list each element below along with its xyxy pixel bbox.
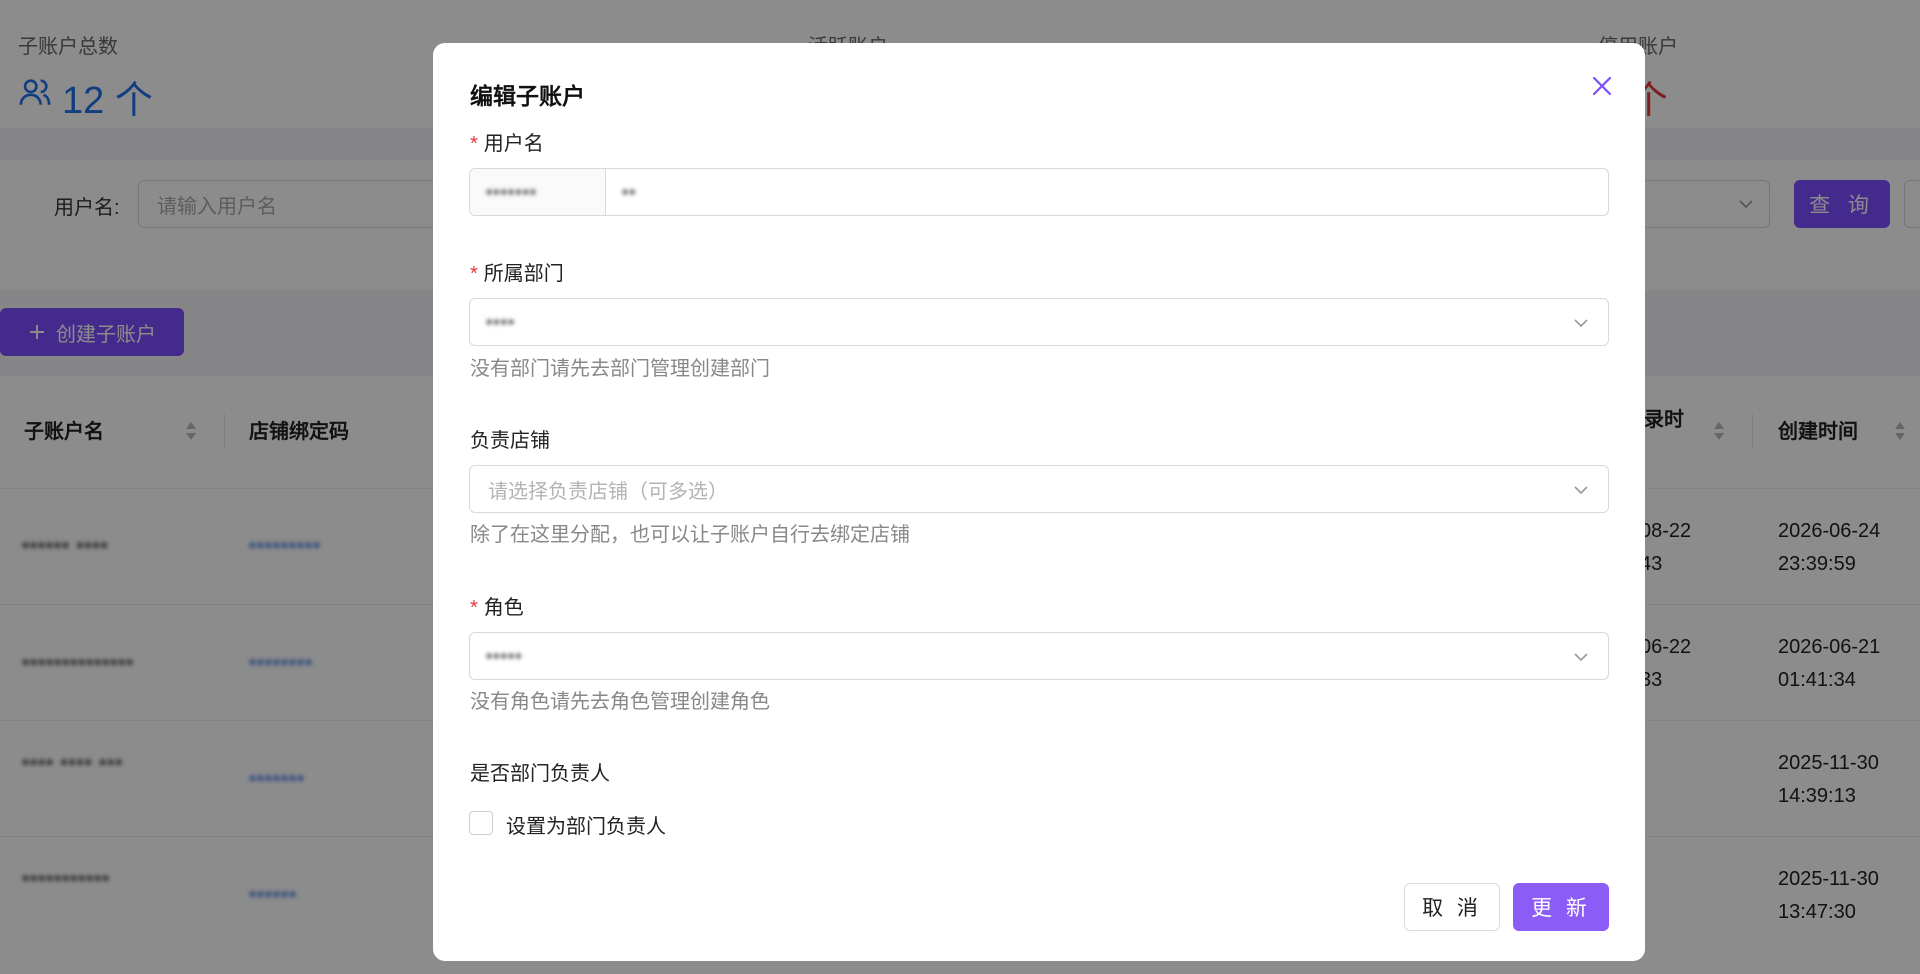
edit-subaccount-modal: 编辑子账户 * 用户名 ••••••• •• * 所属部门 •••• 没有部门请先去… xyxy=(433,43,1645,961)
department-help-text: 没有部门请先去部门管理创建部门 xyxy=(470,358,770,380)
shop-placeholder: 请选择负责店铺（可多选） xyxy=(488,480,728,503)
required-mark: * xyxy=(470,133,478,155)
role-label: * 角色 xyxy=(470,597,524,619)
role-value: ••••• xyxy=(486,645,523,666)
leader-checkbox[interactable] xyxy=(469,811,493,835)
department-select[interactable]: •••• xyxy=(469,298,1609,346)
shop-select[interactable]: 请选择负责店铺（可多选） xyxy=(469,465,1609,513)
chevron-down-icon xyxy=(1574,486,1588,495)
update-button[interactable]: 更 新 xyxy=(1513,883,1609,931)
department-label: * 所属部门 xyxy=(470,263,564,285)
leader-label: 是否部门负责人 xyxy=(470,763,610,785)
cancel-button[interactable]: 取 消 xyxy=(1404,883,1500,931)
required-mark: * xyxy=(470,597,478,619)
chevron-down-icon xyxy=(1574,319,1588,328)
required-mark: * xyxy=(470,263,478,285)
close-icon[interactable] xyxy=(1587,71,1617,101)
shop-help-text: 除了在这里分配，也可以让子账户自行去绑定店铺 xyxy=(470,524,910,546)
shop-label: 负责店铺 xyxy=(470,430,550,452)
username-label: * 用户名 xyxy=(470,133,544,155)
role-help-text: 没有角色请先去角色管理创建角色 xyxy=(470,691,770,713)
department-value: •••• xyxy=(486,311,516,332)
username-prefix-addon: ••••••• xyxy=(470,169,606,215)
modal-title: 编辑子账户 xyxy=(470,83,585,109)
username-field[interactable]: ••••••• •• xyxy=(469,168,1609,216)
leader-checkbox-label[interactable]: 设置为部门负责人 xyxy=(506,810,666,839)
role-select[interactable]: ••••• xyxy=(469,632,1609,680)
username-input[interactable]: •• xyxy=(606,182,637,203)
chevron-down-icon xyxy=(1574,653,1588,662)
